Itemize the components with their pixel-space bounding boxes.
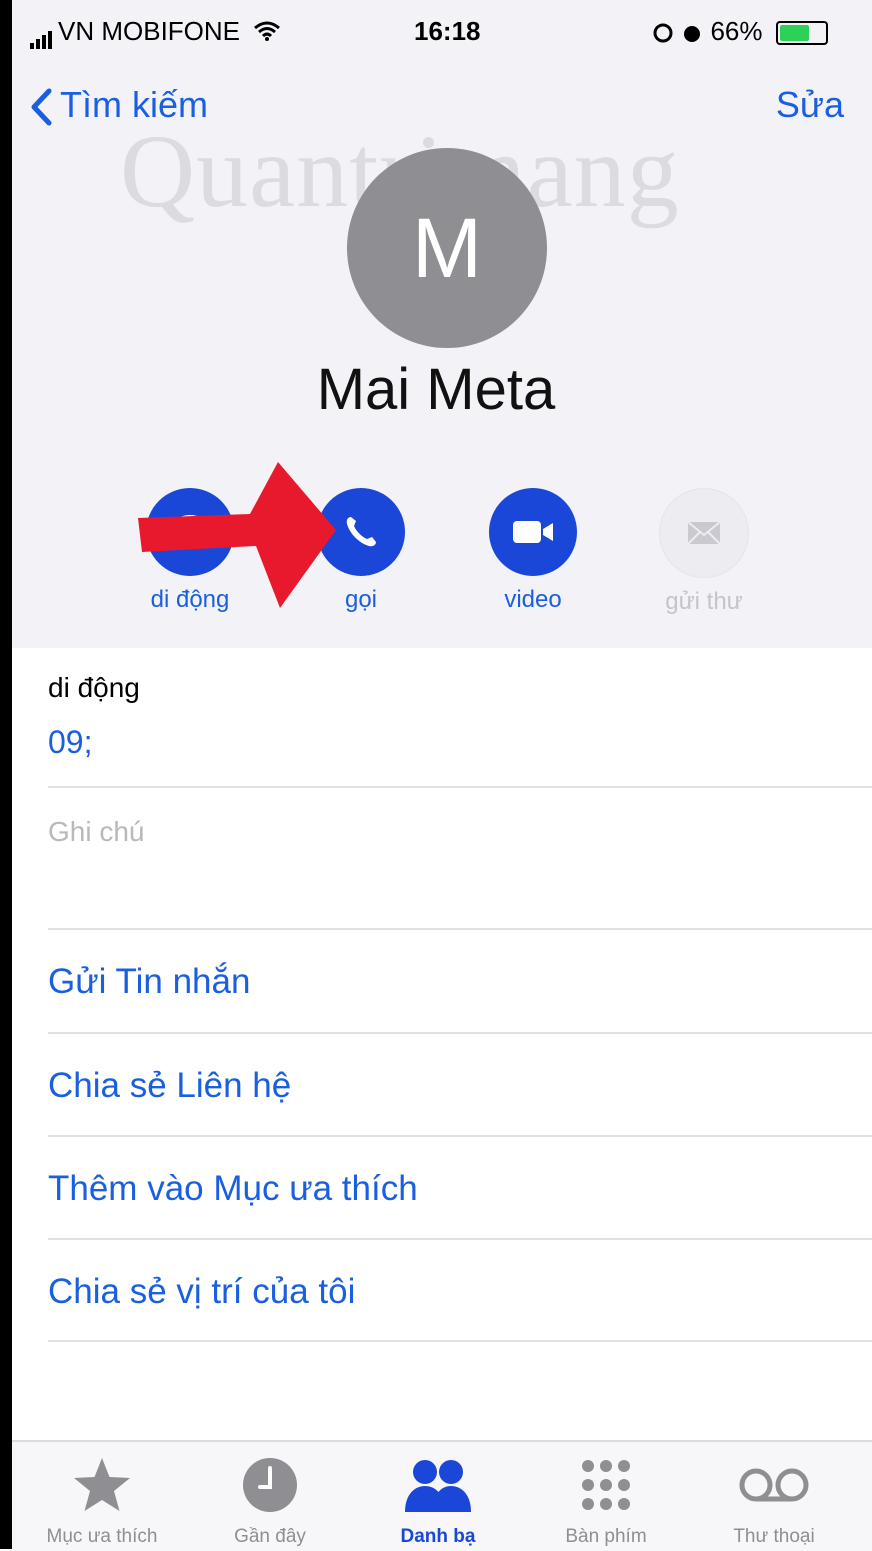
- divider: [48, 1238, 872, 1240]
- tab-voicemail[interactable]: Thư thoại: [694, 1456, 854, 1548]
- tab-contacts[interactable]: Danh bạ: [358, 1456, 518, 1548]
- add-to-favorites-row[interactable]: Thêm vào Mục ưa thích: [48, 1169, 418, 1209]
- divider: [48, 928, 872, 930]
- battery-icon: [775, 21, 828, 46]
- red-arrow-annotation: [138, 462, 336, 608]
- carrier-name: VN MOBIFONE: [58, 16, 241, 46]
- voicemail-icon: [739, 1468, 809, 1502]
- status-right: 66%: [652, 16, 828, 47]
- status-bar: VN MOBIFONE 16:18 66%: [12, 0, 872, 64]
- chevron-left-icon: [31, 88, 52, 126]
- tab-label: Danh bạ: [400, 1526, 476, 1547]
- clock-icon: [243, 1458, 297, 1512]
- mail-action-label: gửi thư: [665, 588, 743, 615]
- phone-number[interactable]: 09;: [48, 724, 92, 761]
- orientation-lock-icon: [652, 16, 681, 46]
- divider: [48, 1340, 872, 1342]
- tab-label: Thư thoại: [733, 1526, 815, 1547]
- star-icon: [74, 1458, 130, 1511]
- contact-name: Mai Meta: [316, 357, 556, 422]
- divider: [48, 1032, 872, 1034]
- video-action-button[interactable]: video: [483, 488, 583, 614]
- phone-type-label: di động: [48, 672, 140, 703]
- battery-percent: 66%: [710, 16, 763, 46]
- signal-icon: [30, 18, 54, 49]
- tab-bar: Mục ưa thích Gần đây Danh bạ Bàn phím Th…: [12, 1440, 872, 1551]
- avatar: M: [347, 148, 547, 348]
- tab-favorites[interactable]: Mục ưa thích: [22, 1456, 182, 1548]
- contacts-icon: [405, 1460, 471, 1512]
- share-contact-row[interactable]: Chia sẻ Liên hệ: [48, 1066, 291, 1106]
- alarm-icon: [681, 16, 710, 46]
- tab-recents[interactable]: Gần đây: [190, 1456, 350, 1548]
- carrier-info: VN MOBIFONE: [30, 16, 281, 49]
- mail-icon: [659, 488, 749, 578]
- tab-keypad[interactable]: Bàn phím: [526, 1456, 686, 1548]
- tab-label: Bàn phím: [565, 1526, 647, 1547]
- wifi-icon: [253, 18, 281, 49]
- send-message-row[interactable]: Gửi Tin nhắn: [48, 962, 250, 1002]
- divider: [48, 786, 872, 788]
- tab-label: Mục ưa thích: [46, 1526, 158, 1547]
- share-location-row[interactable]: Chia sẻ vị trí của tôi: [48, 1272, 355, 1312]
- screen-left-border: [0, 0, 12, 1549]
- mail-action-button[interactable]: gửi thư: [654, 488, 754, 616]
- edit-button[interactable]: Sửa: [776, 84, 844, 126]
- video-camera-icon: [489, 488, 577, 576]
- divider: [48, 1135, 872, 1137]
- keypad-icon: [582, 1460, 630, 1510]
- tab-label: Gần đây: [234, 1526, 306, 1547]
- video-action-label: video: [504, 586, 562, 613]
- notes-field[interactable]: Ghi chú: [48, 816, 145, 848]
- clock-time: 16:18: [414, 16, 481, 46]
